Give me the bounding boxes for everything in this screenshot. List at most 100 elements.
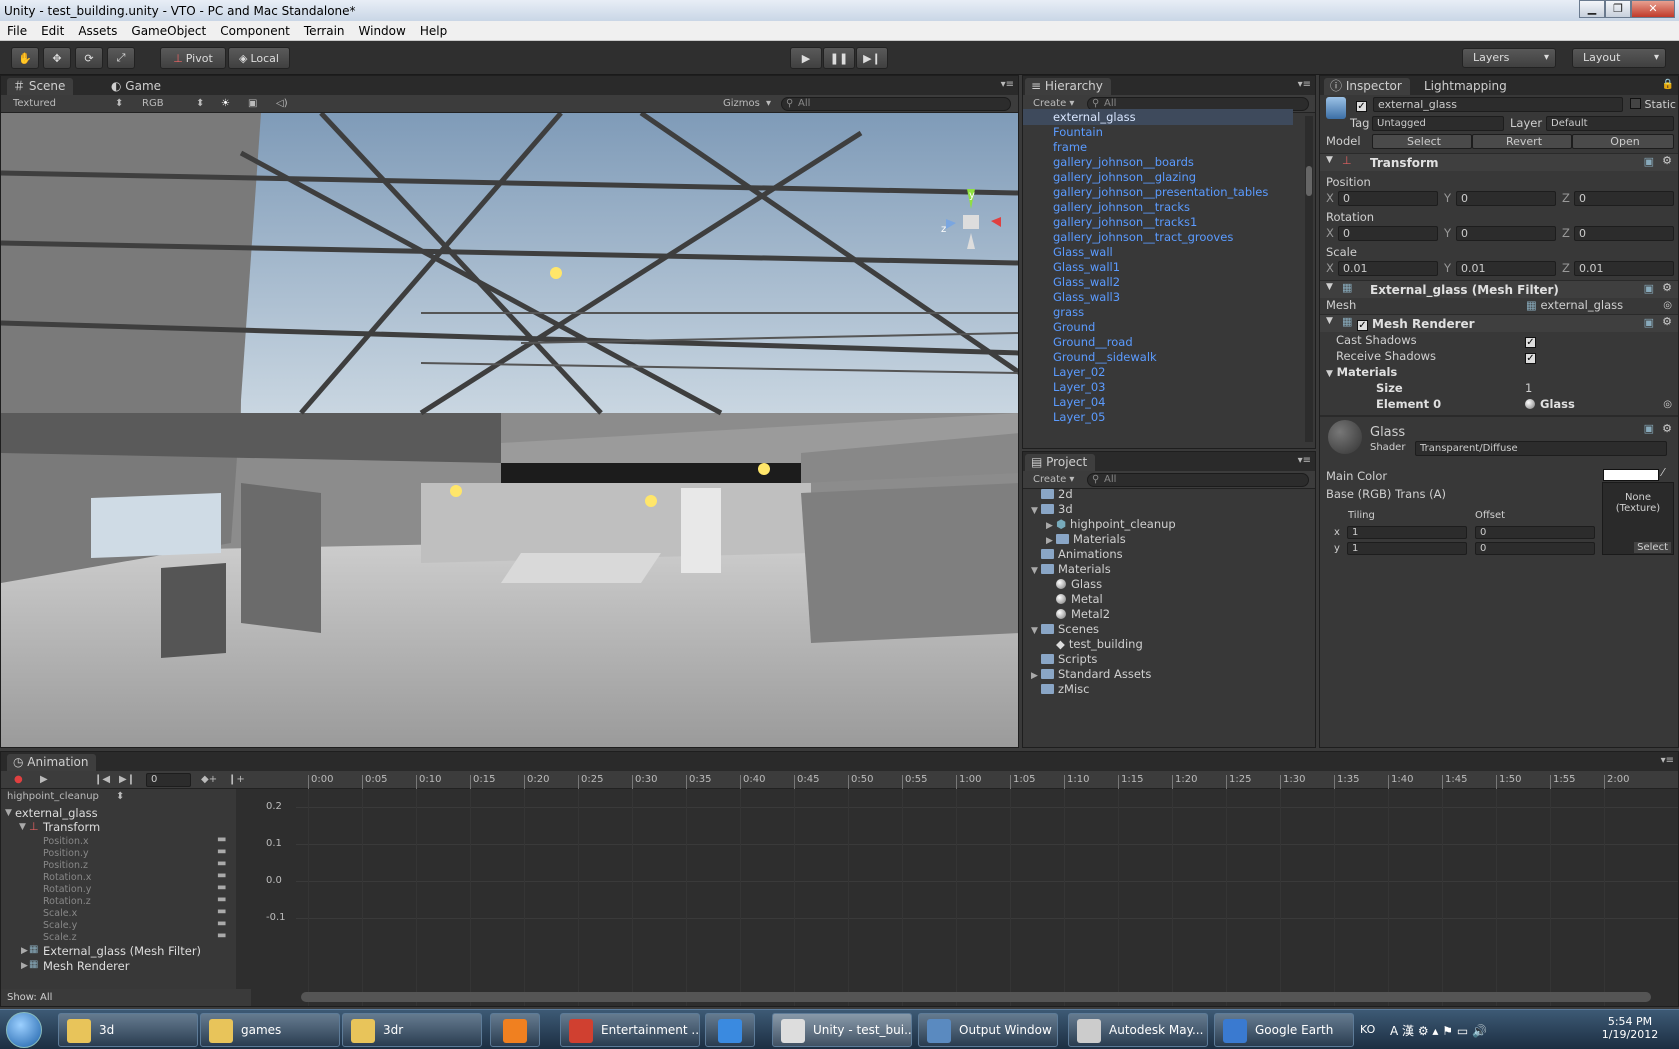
scl-x-field[interactable]: 0.01 (1338, 261, 1438, 276)
step-button[interactable]: ▶❙ (856, 47, 888, 69)
foldout-arrow-icon[interactable]: ▼ (1326, 282, 1333, 292)
google-earth-task[interactable]: Google Earth (1214, 1013, 1354, 1047)
add-event-button[interactable]: ❙+ (228, 773, 245, 787)
rot-x-field[interactable]: 0 (1338, 226, 1438, 241)
cast-shadows-checkbox[interactable]: ✓ (1525, 334, 1536, 348)
vlc-task[interactable] (490, 1013, 540, 1047)
record-button[interactable]: ● (14, 773, 23, 787)
tab-hierarchy[interactable]: ≡ Hierarchy (1025, 78, 1111, 95)
property-key-icon[interactable]: ▬ (217, 858, 226, 869)
property-key-icon[interactable]: ▬ (217, 870, 226, 881)
folder-3dr-task[interactable]: 3dr (342, 1013, 482, 1047)
rot-z-field[interactable]: 0 (1574, 226, 1674, 241)
anim-transform-label[interactable]: Transform (43, 820, 100, 834)
render-mode-dropdown[interactable]: Textured (13, 97, 123, 111)
show-filter-dropdown[interactable]: Show: All (1, 989, 251, 1006)
tab-scene[interactable]: ＃ Scene (7, 78, 74, 95)
menu-help[interactable]: Help (413, 24, 454, 38)
gear-icon[interactable]: ⚙ (1662, 154, 1672, 167)
clock[interactable]: 5:54 PM 1/19/2012 (1590, 1015, 1670, 1041)
light-icon[interactable] (758, 463, 770, 475)
hierarchy-item[interactable]: gallery_johnson__glazing (1053, 169, 1196, 185)
tag-dropdown[interactable]: Untagged (1372, 116, 1504, 131)
foldout-arrow-icon[interactable]: ▼ (1031, 623, 1041, 639)
hierarchy-item[interactable]: Ground__road (1053, 334, 1133, 350)
anim-mesh-filter-label[interactable]: External_glass (Mesh Filter) (43, 944, 201, 958)
materials-size-value[interactable]: 1 (1525, 381, 1672, 395)
hierarchy-item[interactable]: Layer_05 (1053, 409, 1105, 425)
scale-tool-icon[interactable]: ⤢ (107, 47, 135, 69)
menu-gameobject[interactable]: GameObject (124, 24, 213, 38)
panel-menu-icon[interactable]: ▾≡ (1001, 78, 1014, 92)
anim-property-label[interactable]: Rotation.y (43, 884, 91, 895)
anim-property-label[interactable]: Rotation.z (43, 896, 91, 907)
foldout-arrow-icon[interactable]: ▶ (21, 946, 28, 956)
hierarchy-item[interactable]: Fountain (1053, 124, 1103, 140)
hand-tool-icon[interactable]: ✋ (11, 47, 39, 69)
anim-play-button[interactable]: ▶ (40, 773, 48, 787)
hierarchy-item[interactable]: gallery_johnson__boards (1053, 154, 1194, 170)
panel-menu-icon[interactable]: ▾≡ (1661, 754, 1674, 768)
menu-window[interactable]: Window (352, 24, 413, 38)
static-checkbox[interactable]: Static (1630, 98, 1676, 111)
scl-z-field[interactable]: 0.01 (1574, 261, 1674, 276)
panel-menu-icon[interactable]: ▾≡ (1298, 454, 1311, 468)
property-key-icon[interactable]: ▬ (217, 918, 226, 929)
hierarchy-item[interactable]: gallery_johnson__tracks (1053, 199, 1190, 215)
foldout-arrow-icon[interactable]: ▼ (1326, 155, 1333, 165)
gear-icon[interactable]: ⚙ (1662, 315, 1672, 328)
language-indicator[interactable]: KO (1360, 1023, 1375, 1036)
tiling-y-field[interactable]: 1 (1347, 542, 1467, 555)
folder-games-task[interactable]: games (200, 1013, 340, 1047)
scene-viewport[interactable] (1, 113, 1019, 748)
model-select-button[interactable]: Select (1372, 134, 1472, 149)
color-mode-dropdown[interactable]: RGB (142, 97, 202, 111)
mesh-renderer-enabled-checkbox[interactable]: ✓ (1357, 317, 1368, 331)
menu-component[interactable]: Component (213, 24, 297, 38)
project-item[interactable]: Glass (1046, 576, 1102, 592)
foldout-arrow-icon[interactable]: ▼ (1031, 503, 1041, 519)
property-key-icon[interactable]: ▬ (217, 846, 226, 857)
hierarchy-item[interactable]: Ground__sidewalk (1053, 349, 1157, 365)
transform-header[interactable]: ▼ ⊥ Transform ▣ ⚙ (1320, 153, 1678, 171)
audio-toggle-icon[interactable]: ◁) (276, 97, 288, 111)
materials-foldout[interactable]: ▼ Materials (1326, 365, 1672, 379)
mesh-filter-header[interactable]: ▼ ▦ External_glass (Mesh Filter) ▣ ⚙ (1320, 280, 1678, 298)
clip-dropdown[interactable]: highpoint_cleanup (7, 790, 121, 804)
tab-inspector[interactable]: ⓘ Inspector (1324, 78, 1410, 95)
hierarchy-item[interactable]: grass (1053, 304, 1084, 320)
foldout-arrow-icon[interactable]: ▼ (19, 822, 26, 832)
curve-editor[interactable]: 0.2 0.1 0.0 -0.1 (236, 789, 1678, 1006)
tiling-x-field[interactable]: 1 (1347, 526, 1467, 539)
offset-x-field[interactable]: 0 (1475, 526, 1595, 539)
hierarchy-item[interactable]: Layer_04 (1053, 394, 1105, 410)
project-item[interactable]: Animations (1031, 546, 1123, 562)
hierarchy-item[interactable]: Layer_03 (1053, 379, 1105, 395)
anim-property-label[interactable]: Rotation.x (43, 872, 91, 883)
light-icon[interactable] (550, 267, 562, 279)
folder-3d-task[interactable]: 3d (58, 1013, 198, 1047)
model-revert-button[interactable]: Revert (1472, 134, 1572, 149)
hierarchy-item[interactable]: Layer_02 (1053, 364, 1105, 380)
hierarchy-item[interactable]: Glass_wall3 (1053, 289, 1120, 305)
foldout-arrow-icon[interactable]: ▼ (1031, 563, 1041, 579)
scl-y-field[interactable]: 0.01 (1456, 261, 1556, 276)
menu-file[interactable]: File (0, 24, 34, 38)
move-tool-icon[interactable]: ✥ (43, 47, 71, 69)
panel-menu-icon[interactable]: ▾≡ (1298, 78, 1311, 92)
menu-edit[interactable]: Edit (34, 24, 71, 38)
layers-dropdown[interactable]: Layers (1462, 48, 1556, 68)
offset-y-field[interactable]: 0 (1475, 542, 1595, 555)
pos-y-field[interactable]: 0 (1456, 191, 1556, 206)
property-key-icon[interactable]: ▬ (217, 894, 226, 905)
gear-icon[interactable]: ⚙ (1662, 281, 1672, 294)
chrome-task[interactable]: Entertainment ... (560, 1013, 700, 1047)
help-icon[interactable]: ▣ (1644, 422, 1654, 435)
pos-z-field[interactable]: 0 (1574, 191, 1674, 206)
anim-property-label[interactable]: Position.x (43, 836, 89, 847)
foldout-arrow-icon[interactable]: ▼ (5, 808, 12, 818)
anim-property-label[interactable]: Scale.x (43, 908, 77, 919)
hierarchy-item[interactable]: gallery_johnson__tract_grooves (1053, 229, 1233, 245)
active-checkbox[interactable]: ✓ (1356, 98, 1367, 112)
hierarchy-scrollbar[interactable] (1305, 116, 1313, 442)
